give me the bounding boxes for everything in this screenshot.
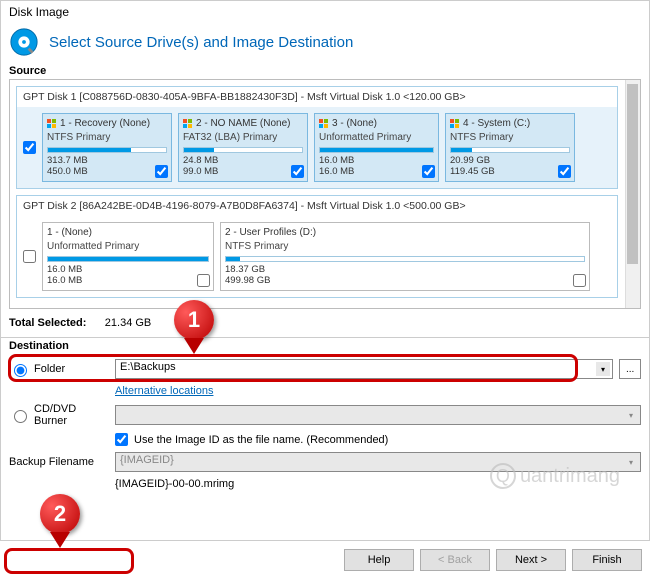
partition-type: Unformatted Primary <box>319 131 434 144</box>
partition-checkbox[interactable] <box>558 165 571 178</box>
partition-title: 1 - (None) <box>47 226 92 239</box>
backup-filename-label: Backup Filename <box>9 456 94 468</box>
source-panel: GPT Disk 1 [C088756D-0830-405A-9BFA-BB18… <box>9 79 641 309</box>
finish-button[interactable]: Finish <box>572 549 642 571</box>
scrollbar[interactable] <box>625 80 640 308</box>
partition-type: NTFS Primary <box>225 240 585 253</box>
partition-type: NTFS Primary <box>47 131 167 144</box>
use-imageid-label: Use the Image ID as the file name. (Reco… <box>134 434 388 446</box>
partition-title: 1 - Recovery (None) <box>60 117 150 130</box>
folder-label: Folder <box>34 363 65 375</box>
scroll-thumb[interactable] <box>627 84 638 264</box>
page-header: Select Source Drive(s) and Image Destina… <box>1 23 649 65</box>
cd-combo: ▾ <box>115 405 641 425</box>
destination-section-label: Destination <box>1 340 649 352</box>
alt-locations-row: Alternative locations <box>1 382 649 400</box>
folder-radio[interactable] <box>14 364 27 377</box>
source-section-label: Source <box>1 65 649 77</box>
browse-button[interactable]: ... <box>619 359 641 379</box>
disk-header: GPT Disk 2 [86A242BE-0D4B-4196-8079-A7B0… <box>17 196 617 216</box>
partition-title: 2 - User Profiles (D:) <box>225 226 316 239</box>
total-selected: Total Selected: 21.34 GB <box>1 311 649 335</box>
disk-select-checkbox[interactable] <box>23 141 36 154</box>
alternative-locations-link[interactable]: Alternative locations <box>115 385 213 397</box>
button-bar: Help < Back Next > Finish <box>0 540 650 579</box>
partition-checkbox[interactable] <box>291 165 304 178</box>
callout-pin-2: 2 <box>40 494 80 546</box>
use-imageid-checkbox[interactable] <box>115 433 128 446</box>
imageid-row: Use the Image ID as the file name. (Reco… <box>1 430 649 449</box>
disk-select-checkbox[interactable] <box>23 250 36 263</box>
partition-title: 3 - (None) <box>332 117 377 130</box>
partition-checkbox[interactable] <box>422 165 435 178</box>
back-button[interactable]: < Back <box>420 549 490 571</box>
folder-combo[interactable]: E:\Backups▾ <box>115 359 613 379</box>
chevron-down-icon: ▾ <box>624 408 638 422</box>
partition-type: Unformatted Primary <box>47 240 209 253</box>
partition-checkbox[interactable] <box>573 274 586 287</box>
disk-content: 1 - Recovery (None) NTFS Primary 313.7 M… <box>17 107 617 188</box>
disk-block: GPT Disk 2 [86A242BE-0D4B-4196-8079-A7B0… <box>16 195 618 298</box>
cd-radio[interactable] <box>14 410 27 423</box>
partition-box[interactable]: 1 - (None) Unformatted Primary 16.0 MB16… <box>42 222 214 291</box>
partition-checkbox[interactable] <box>155 165 168 178</box>
filename-row: Backup Filename {IMAGEID}▾ <box>1 449 649 475</box>
partition-type: FAT32 (LBA) Primary <box>183 131 303 144</box>
partition-box[interactable]: 4 - System (C:) NTFS Primary 20.99 GB119… <box>445 113 575 182</box>
windows-icon <box>183 119 193 129</box>
chevron-down-icon: ▾ <box>596 362 610 376</box>
window-title: Disk Image <box>1 1 649 23</box>
windows-icon <box>47 119 57 129</box>
cd-row: CD/DVD Burner ▾ <box>1 400 649 430</box>
drive-icon <box>9 27 39 57</box>
windows-icon <box>450 119 460 129</box>
page-title: Select Source Drive(s) and Image Destina… <box>49 34 353 51</box>
partition-box[interactable]: 3 - (None) Unformatted Primary 16.0 MB16… <box>314 113 439 182</box>
partition-checkbox[interactable] <box>197 274 210 287</box>
partition-box[interactable]: 2 - User Profiles (D:) NTFS Primary 18.3… <box>220 222 590 291</box>
partition-box[interactable]: 1 - Recovery (None) NTFS Primary 313.7 M… <box>42 113 172 182</box>
example-row: {IMAGEID}-00-00.mrimg <box>1 475 649 493</box>
partition-title: 2 - NO NAME (None) <box>196 117 290 130</box>
disk-header: GPT Disk 1 [C088756D-0830-405A-9BFA-BB18… <box>17 87 617 107</box>
disk-content: 1 - (None) Unformatted Primary 16.0 MB16… <box>17 216 617 297</box>
partition-box[interactable]: 2 - NO NAME (None) FAT32 (LBA) Primary 2… <box>178 113 308 182</box>
folder-row: Folder E:\Backups▾ ... <box>1 356 649 382</box>
partition-type: NTFS Primary <box>450 131 570 144</box>
windows-icon <box>319 119 329 129</box>
chevron-down-icon: ▾ <box>624 455 638 469</box>
disk-block: GPT Disk 1 [C088756D-0830-405A-9BFA-BB18… <box>16 86 618 189</box>
cd-label: CD/DVD Burner <box>34 403 109 427</box>
help-button[interactable]: Help <box>344 549 414 571</box>
example-filename: {IMAGEID}-00-00.mrimg <box>115 478 234 490</box>
partition-title: 4 - System (C:) <box>463 117 530 130</box>
filename-combo: {IMAGEID}▾ <box>115 452 641 472</box>
next-button[interactable]: Next > <box>496 549 566 571</box>
